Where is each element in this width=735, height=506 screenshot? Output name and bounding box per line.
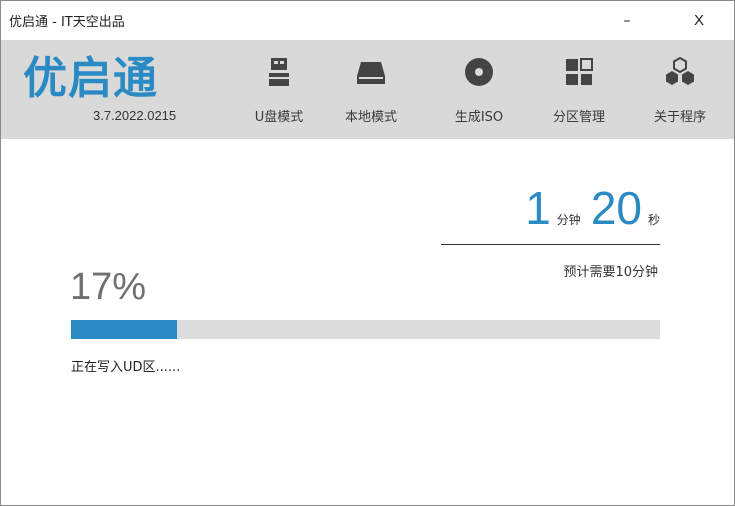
nav-local-mode[interactable]: 本地模式 [325, 40, 417, 139]
app-window: 优启通 - IT天空出品 – X 优启通 3.7.2022.0215 U盘模式 … [0, 0, 735, 506]
main-toolbar: 优启通 3.7.2022.0215 U盘模式 本地模式 生成ISO 分区管理 关… [1, 40, 734, 139]
partition-icon [566, 58, 593, 85]
nav-local-mode-label: 本地模式 [344, 110, 397, 125]
nav-usb-mode-label: U盘模式 [254, 110, 304, 125]
progress-bar-fill [71, 320, 178, 339]
elapsed-timer: 1 分钟 20 秒 [525, 185, 660, 245]
version-label: 3.7.2022.0215 [93, 108, 177, 123]
usb-drive-icon [269, 58, 289, 86]
nav-usb-mode[interactable]: U盘模式 [233, 40, 325, 139]
disc-icon [465, 58, 493, 86]
status-text: 正在写入UD区...... [71, 360, 181, 375]
app-logo: 优启通 [23, 53, 158, 104]
nav-generate-iso-label: 生成ISO [454, 110, 504, 125]
timer-minutes: 1 [525, 182, 551, 234]
about-cubes-icon [666, 56, 694, 85]
timer-divider [441, 244, 660, 245]
nav-about-label: 关于程序 [653, 110, 706, 125]
main-content: 1 分钟 20 秒 预计需要10分钟 17% 正在写入UD区...... [1, 139, 734, 505]
nav-partition-manager[interactable]: 分区管理 [533, 40, 625, 139]
timer-seconds-unit: 秒 [647, 213, 660, 227]
nav-generate-iso[interactable]: 生成ISO [433, 40, 525, 139]
window-title: 优启通 - IT天空出品 [9, 15, 125, 30]
estimate-text: 预计需要10分钟 [563, 265, 658, 280]
title-bar[interactable]: 优启通 - IT天空出品 – X [1, 1, 734, 40]
minimize-button[interactable]: – [604, 1, 650, 40]
timer-seconds: 20 [590, 182, 642, 234]
nav-partition-manager-label: 分区管理 [552, 110, 605, 125]
close-button[interactable]: X [676, 1, 722, 40]
progress-percent: 17% [70, 266, 147, 308]
nav-about[interactable]: 关于程序 [634, 40, 726, 139]
hard-disk-icon [357, 62, 385, 84]
progress-bar [71, 320, 660, 339]
timer-minutes-unit: 分钟 [556, 213, 581, 227]
